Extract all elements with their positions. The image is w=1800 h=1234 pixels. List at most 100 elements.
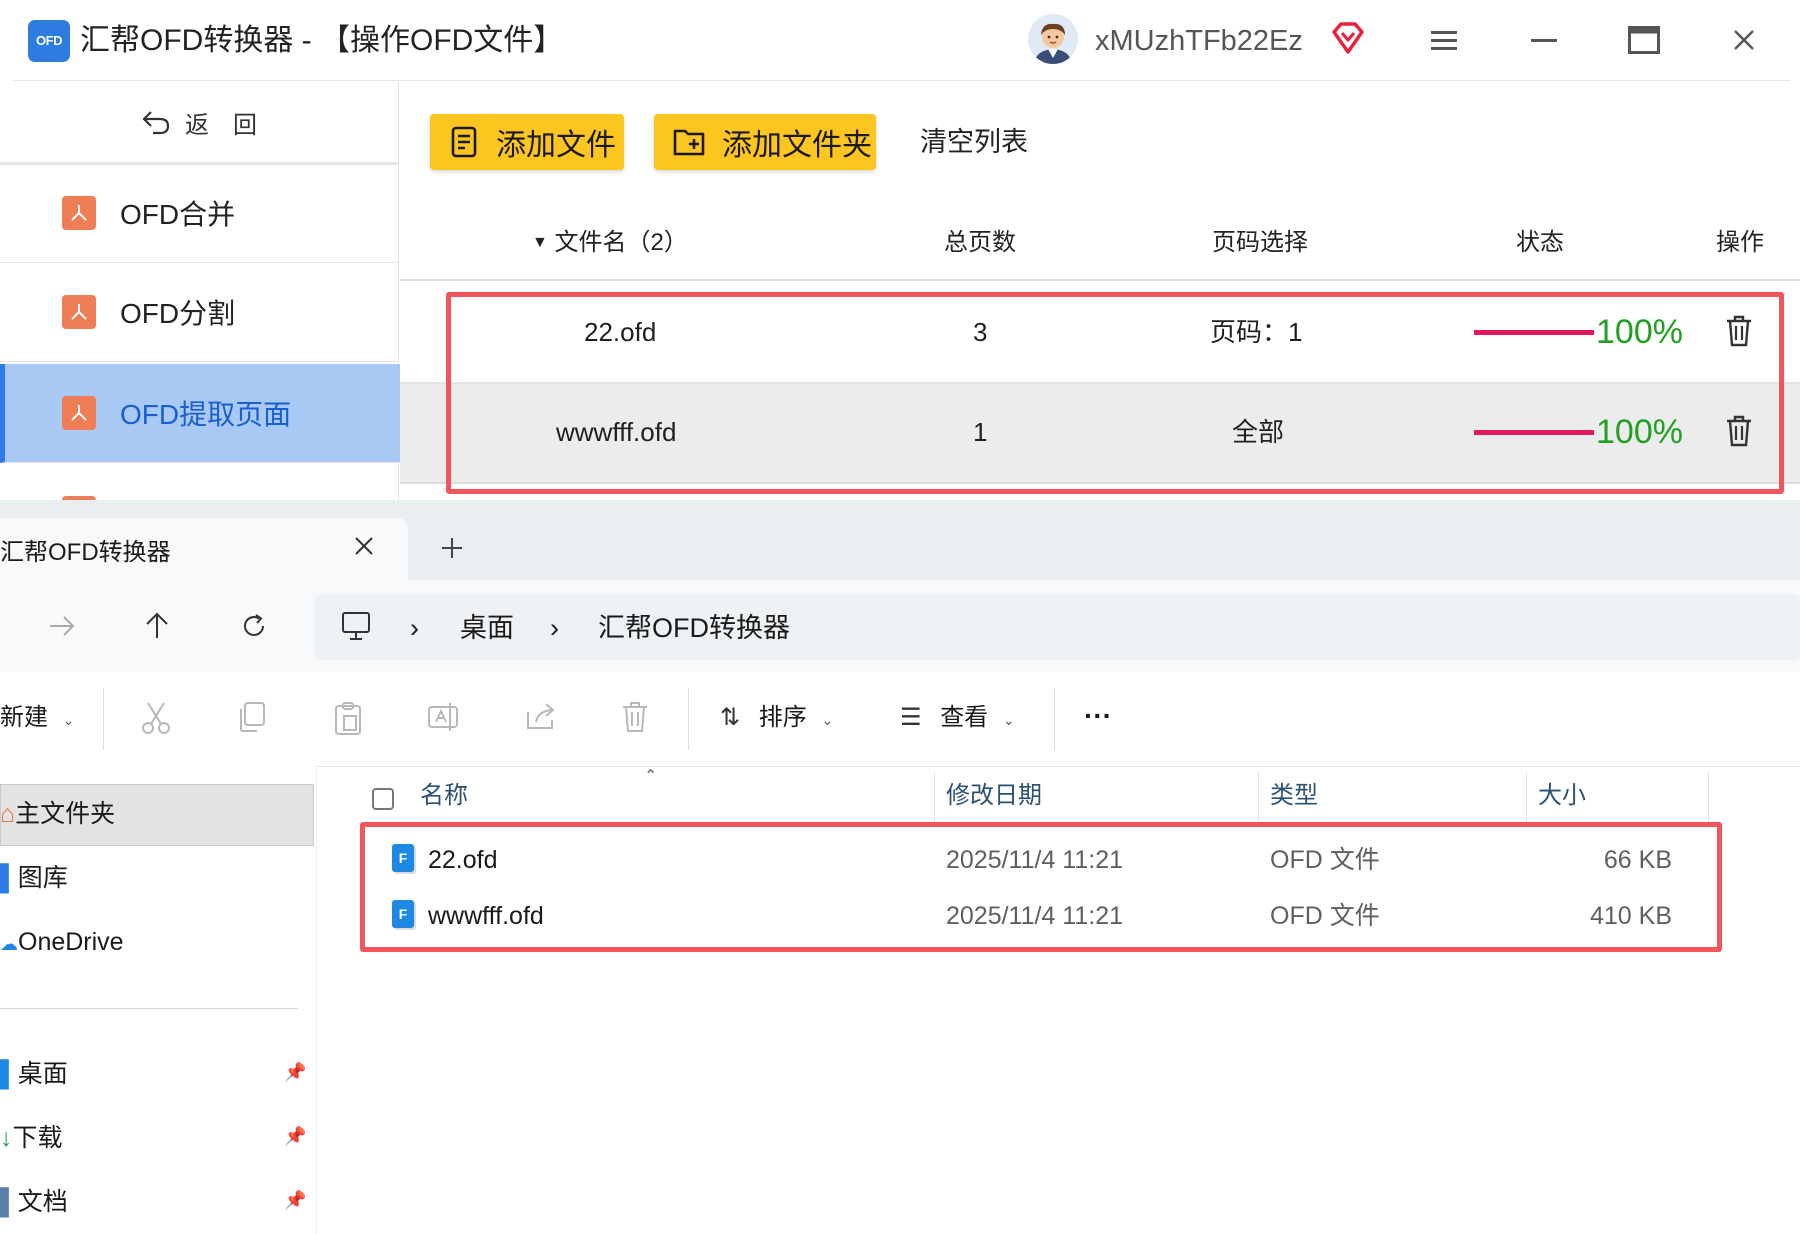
- select-all-checkbox[interactable]: [372, 788, 394, 810]
- rename-icon[interactable]: [426, 700, 460, 739]
- navigation-pane: ⌂主文件夹 ▌图库 ☁OneDrive ▌桌面 ↓下载 ▌文档 📌 📌 📌: [0, 766, 317, 1234]
- new-tab-icon[interactable]: [440, 536, 464, 565]
- column-header-status: 状态: [1516, 229, 1564, 256]
- breadcrumb-desktop[interactable]: 桌面: [460, 610, 514, 646]
- nav-label: OneDrive: [18, 928, 124, 956]
- delete-icon[interactable]: [620, 700, 650, 739]
- view-label: 查看: [940, 704, 989, 731]
- toolbar-separator: [1054, 688, 1055, 750]
- nav-label: 主文件夹: [15, 800, 116, 828]
- new-button[interactable]: 新建 ⌄: [0, 700, 74, 738]
- nav-label: 图库: [17, 864, 68, 892]
- pin-icon[interactable]: 📌: [284, 1190, 306, 1211]
- nav-item-desktop[interactable]: ▌桌面: [0, 1056, 68, 1092]
- minimize-icon[interactable]: [1522, 18, 1566, 62]
- maximize-icon[interactable]: [1622, 18, 1666, 62]
- column-header-size[interactable]: 大小: [1538, 778, 1586, 814]
- tab-strip: 汇帮OFD转换器: [0, 500, 1800, 580]
- more-options-button[interactable]: ···: [1084, 698, 1112, 734]
- command-toolbar: 新建 ⌄ ⇅ 排序 ⌄ ☰ 查看 ⌄ ···: [0, 672, 1800, 767]
- paste-icon[interactable]: [332, 700, 364, 741]
- toolbar-separator: [688, 688, 689, 750]
- sidebar-item-ofd-merge[interactable]: OFD合并: [0, 164, 398, 263]
- view-button[interactable]: ☰ 查看 ⌄: [900, 700, 1015, 738]
- back-button[interactable]: 返 回: [0, 82, 398, 165]
- table-header-divider: [400, 279, 1800, 281]
- nav-item-gallery[interactable]: ▌图库: [0, 860, 68, 896]
- nav-item-downloads[interactable]: ↓下载: [0, 1120, 63, 1156]
- back-label: 返 回: [185, 111, 257, 139]
- title-bar: OFD 汇帮OFD转换器 - 【操作OFD文件】 xMUzhTFb22Ez: [0, 0, 1800, 82]
- highlight-box: [360, 822, 1722, 952]
- vip-diamond-icon[interactable]: [1330, 20, 1366, 56]
- back-arrow-icon: [142, 111, 170, 135]
- column-header-page-select: 页码选择: [1212, 229, 1308, 256]
- new-label: 新建: [0, 704, 48, 731]
- column-header-type[interactable]: 类型: [1270, 778, 1318, 814]
- chevron-down-icon: ⌄: [821, 712, 834, 728]
- menu-icon[interactable]: [1422, 18, 1466, 62]
- clear-list-button[interactable]: 清空列表: [920, 122, 1028, 162]
- toolbar-separator: [103, 688, 104, 750]
- column-header-modified[interactable]: 修改日期: [946, 778, 1042, 814]
- username[interactable]: xMUzhTFb22Ez: [1095, 20, 1303, 62]
- up-arrow-icon[interactable]: [144, 610, 170, 645]
- nav-item-documents[interactable]: ▌文档: [0, 1184, 68, 1220]
- column-header-total-pages: 总页数: [944, 229, 1016, 256]
- forward-icon[interactable]: [48, 614, 76, 643]
- column-divider[interactable]: [1258, 772, 1259, 824]
- add-file-icon: [451, 126, 477, 158]
- user-avatar[interactable]: [1028, 14, 1078, 64]
- address-bar[interactable]: [314, 594, 1800, 660]
- pdf-icon: [62, 196, 96, 230]
- pdf-icon: [62, 295, 96, 329]
- column-header-name[interactable]: 名称: [420, 778, 468, 814]
- sort-button[interactable]: ⇅ 排序 ⌄: [720, 700, 833, 738]
- nav-item-home[interactable]: ⌂主文件夹: [0, 796, 115, 832]
- cloud-icon: ☁: [0, 934, 18, 954]
- add-folder-icon: [673, 129, 705, 156]
- view-lines-icon: ☰: [900, 704, 922, 731]
- app-logo: OFD: [28, 20, 70, 62]
- file-explorer-window: 汇帮OFD转换器 › 桌面 › 汇帮OFD转换器 新建 ⌄ ⇅ 排序 ⌄ ☰ 查…: [0, 500, 1800, 1234]
- explorer-tab[interactable]: 汇帮OFD转换器: [0, 518, 408, 580]
- sidebar-item-ofd-extract-pages[interactable]: OFD提取页面: [0, 364, 403, 463]
- breadcrumb-chevron-icon: ›: [410, 613, 419, 643]
- breadcrumb-folder[interactable]: 汇帮OFD转换器: [598, 610, 790, 646]
- gallery-icon: ▌: [0, 864, 18, 892]
- close-icon[interactable]: [1722, 18, 1766, 62]
- share-icon[interactable]: [524, 700, 558, 737]
- nav-item-onedrive[interactable]: ☁OneDrive: [0, 924, 124, 962]
- sidebar-item-label: OFD提取页面: [120, 399, 292, 430]
- sidebar-item-ofd-split[interactable]: OFD分割: [0, 263, 398, 362]
- close-tab-icon[interactable]: [354, 536, 374, 561]
- column-divider[interactable]: [1526, 772, 1527, 824]
- column-divider[interactable]: [934, 772, 935, 824]
- ofd-converter-window: OFD 汇帮OFD转换器 - 【操作OFD文件】 xMUzhTFb22Ez 返 …: [0, 0, 1800, 500]
- nav-label: 文档: [17, 1188, 68, 1216]
- pin-icon[interactable]: 📌: [284, 1126, 306, 1147]
- sort-up-caret-icon: ⌃: [644, 768, 658, 785]
- pin-icon[interactable]: 📌: [284, 1062, 306, 1083]
- nav-divider: [0, 1008, 298, 1009]
- cut-icon[interactable]: [140, 700, 172, 741]
- column-divider[interactable]: [1708, 772, 1709, 824]
- add-file-button[interactable]: 添加文件: [430, 114, 624, 170]
- copy-icon[interactable]: [236, 700, 268, 739]
- desktop-icon: ▌: [0, 1060, 18, 1088]
- sidebar: 返 回 OFD合并 OFD分割 OFD提取页面: [0, 82, 403, 500]
- highlight-box: [446, 292, 1784, 494]
- add-folder-button[interactable]: 添加文件夹: [654, 114, 876, 170]
- add-file-label: 添加文件: [496, 129, 616, 162]
- column-header-filename[interactable]: ▼ 文件名（2）: [532, 225, 688, 261]
- refresh-icon[interactable]: [240, 612, 268, 645]
- breadcrumb-chevron-icon: ›: [550, 613, 559, 643]
- title-divider: [12, 80, 1790, 81]
- column-header-action: 操作: [1716, 229, 1764, 256]
- chevron-down-icon: ⌄: [1002, 712, 1015, 728]
- chevron-down-icon: ⌄: [62, 712, 75, 728]
- sort-icon: ⇅: [720, 704, 741, 731]
- pdf-icon: [62, 396, 96, 430]
- this-pc-icon[interactable]: [340, 610, 372, 647]
- sidebar-item-label: OFD分割: [120, 298, 236, 329]
